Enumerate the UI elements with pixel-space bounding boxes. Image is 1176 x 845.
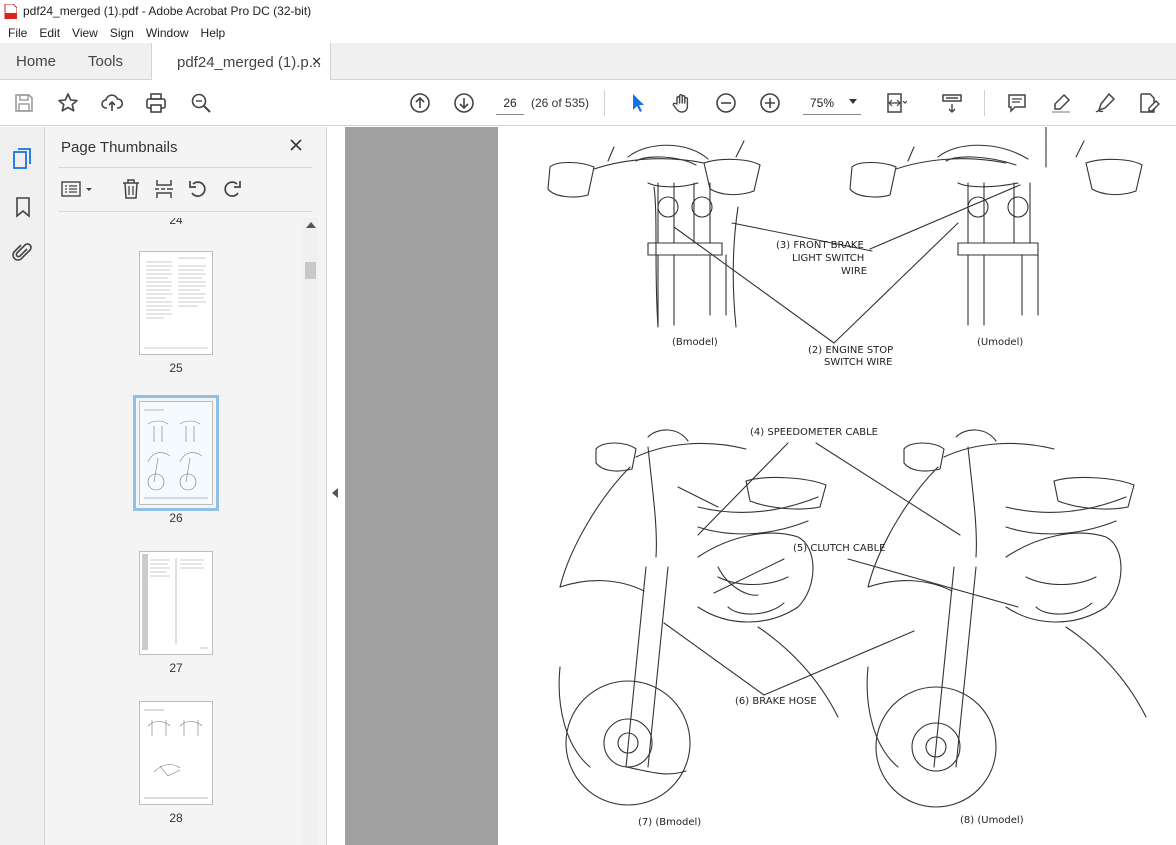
- zoom-value: 75%: [810, 95, 835, 110]
- page-26-preview: [144, 409, 208, 499]
- page-down-icon[interactable]: [452, 91, 476, 115]
- page-28-preview: [144, 709, 208, 799]
- menu-help[interactable]: Help: [195, 26, 232, 40]
- pdf-file-icon: [4, 3, 17, 19]
- label-b-model-top: (Bmodel): [672, 337, 718, 348]
- rotate-right-icon[interactable]: [221, 178, 243, 200]
- options-icon[interactable]: [61, 178, 95, 200]
- bookmark-icon[interactable]: [11, 195, 35, 219]
- scroll-mode-icon[interactable]: [940, 91, 964, 115]
- close-tab-icon[interactable]: ✕: [311, 54, 322, 70]
- search-zoom-icon[interactable]: [189, 91, 213, 115]
- label-clutch: (5) CLUTCH CABLE: [793, 543, 886, 554]
- page-25-preview: [144, 257, 208, 349]
- save-icon[interactable]: [12, 91, 36, 115]
- label-wire: WIRE: [841, 266, 868, 277]
- title-bar: pdf24_merged (1).pdf - Adobe Acrobat Pro…: [0, 0, 1176, 22]
- main-toolbar: 26 (26 of 535) 75%: [0, 80, 1176, 126]
- thumbnail-label: 28: [169, 811, 183, 825]
- scrollbar-thumb[interactable]: [305, 262, 316, 279]
- menu-edit[interactable]: Edit: [33, 26, 66, 40]
- page-count: (26 of 535): [531, 96, 590, 110]
- chevron-left-icon: [332, 488, 338, 498]
- label-brake-hose: (6) BRAKE HOSE: [735, 696, 817, 707]
- edit-pdf-icon[interactable]: [1137, 91, 1161, 115]
- rotate-left-icon[interactable]: [187, 178, 209, 200]
- divider: [58, 211, 312, 212]
- label-b-model-bottom: (7) (Bmodel): [638, 817, 702, 828]
- hand-icon[interactable]: [670, 91, 694, 115]
- divider: [58, 167, 312, 168]
- label-switch-wire: SWITCH WIRE: [824, 357, 893, 368]
- attachment-icon[interactable]: [11, 241, 35, 265]
- thumbnail-page-26[interactable]: [133, 395, 219, 511]
- highlight-icon[interactable]: [1049, 91, 1073, 115]
- tab-tools[interactable]: Tools: [71, 43, 151, 80]
- comment-icon[interactable]: [1005, 91, 1029, 115]
- thumbnail-label: 27: [169, 661, 183, 675]
- label-front-brake: (3) FRONT BRAKE: [776, 240, 864, 251]
- tab-document-label: pdf24_merged (1).p...: [177, 53, 322, 71]
- panel-title: Page Thumbnails: [61, 139, 178, 156]
- zoom-out-icon[interactable]: [714, 91, 738, 115]
- extract-icon[interactable]: [153, 178, 175, 200]
- label-engine-stop: (2) ENGINE STOP: [808, 345, 894, 356]
- page-27-preview: [142, 554, 208, 650]
- motorcycle-diagram: [547, 127, 1147, 808]
- thumbnail-page-27[interactable]: [139, 551, 213, 655]
- upload-icon[interactable]: [100, 91, 124, 115]
- toolbar-divider: [984, 90, 985, 116]
- thumbnail-page-25[interactable]: [139, 251, 213, 355]
- thumbnails-panel: Page Thumbnails 24 25 26 27 28: [45, 127, 326, 845]
- menu-view[interactable]: View: [66, 26, 104, 40]
- document-page: (3) FRONT BRAKE LIGHT SWITCH WIRE (Bmode…: [498, 127, 1176, 845]
- tab-home[interactable]: Home: [0, 43, 71, 80]
- close-icon[interactable]: [288, 137, 304, 153]
- label-u-model-top: (Umodel): [977, 337, 1024, 348]
- fit-page-icon[interactable]: [884, 91, 908, 115]
- print-icon[interactable]: [144, 91, 168, 115]
- toolbar-divider: [604, 90, 605, 116]
- delete-icon[interactable]: [120, 178, 142, 200]
- menu-file[interactable]: File: [2, 26, 33, 40]
- page-number-input[interactable]: 26: [496, 91, 524, 115]
- zoom-in-icon[interactable]: [758, 91, 782, 115]
- navigation-rail: [0, 127, 45, 845]
- thumbnail-scrollbar[interactable]: [303, 218, 318, 845]
- sign-icon[interactable]: [1093, 91, 1117, 115]
- panel-collapse-handle[interactable]: [326, 127, 345, 845]
- document-viewer[interactable]: (3) FRONT BRAKE LIGHT SWITCH WIRE (Bmode…: [345, 127, 1176, 845]
- star-icon[interactable]: [56, 91, 80, 115]
- page-thumbnails-icon[interactable]: [11, 147, 35, 171]
- label-light-switch: LIGHT SWITCH: [792, 253, 865, 264]
- label-speedometer: (4) SPEEDOMETER CABLE: [750, 427, 879, 438]
- thumbnail-page-28[interactable]: [139, 701, 213, 805]
- tab-document[interactable]: pdf24_merged (1).p... ✕: [151, 43, 331, 81]
- select-cursor-icon[interactable]: [626, 91, 650, 115]
- thumbnail-label: 26: [169, 511, 183, 525]
- menu-window[interactable]: Window: [140, 26, 195, 40]
- menu-bar: File Edit View Sign Window Help: [0, 22, 1176, 43]
- page-up-icon[interactable]: [408, 91, 432, 115]
- thumbnail-label: 25: [169, 361, 183, 375]
- tab-bar: Home Tools pdf24_merged (1).p... ✕: [0, 43, 1176, 81]
- thumbnail-list: 24 25 26 27 28: [59, 218, 304, 845]
- menu-sign[interactable]: Sign: [104, 26, 140, 40]
- window-title: pdf24_merged (1).pdf - Adobe Acrobat Pro…: [23, 4, 312, 18]
- label-u-model-bottom: (8) (Umodel): [960, 815, 1024, 826]
- scroll-up-icon[interactable]: [306, 222, 316, 228]
- zoom-select[interactable]: 75%: [803, 91, 861, 115]
- thumbnail-label: 24: [169, 218, 183, 227]
- chevron-down-icon: [849, 99, 857, 104]
